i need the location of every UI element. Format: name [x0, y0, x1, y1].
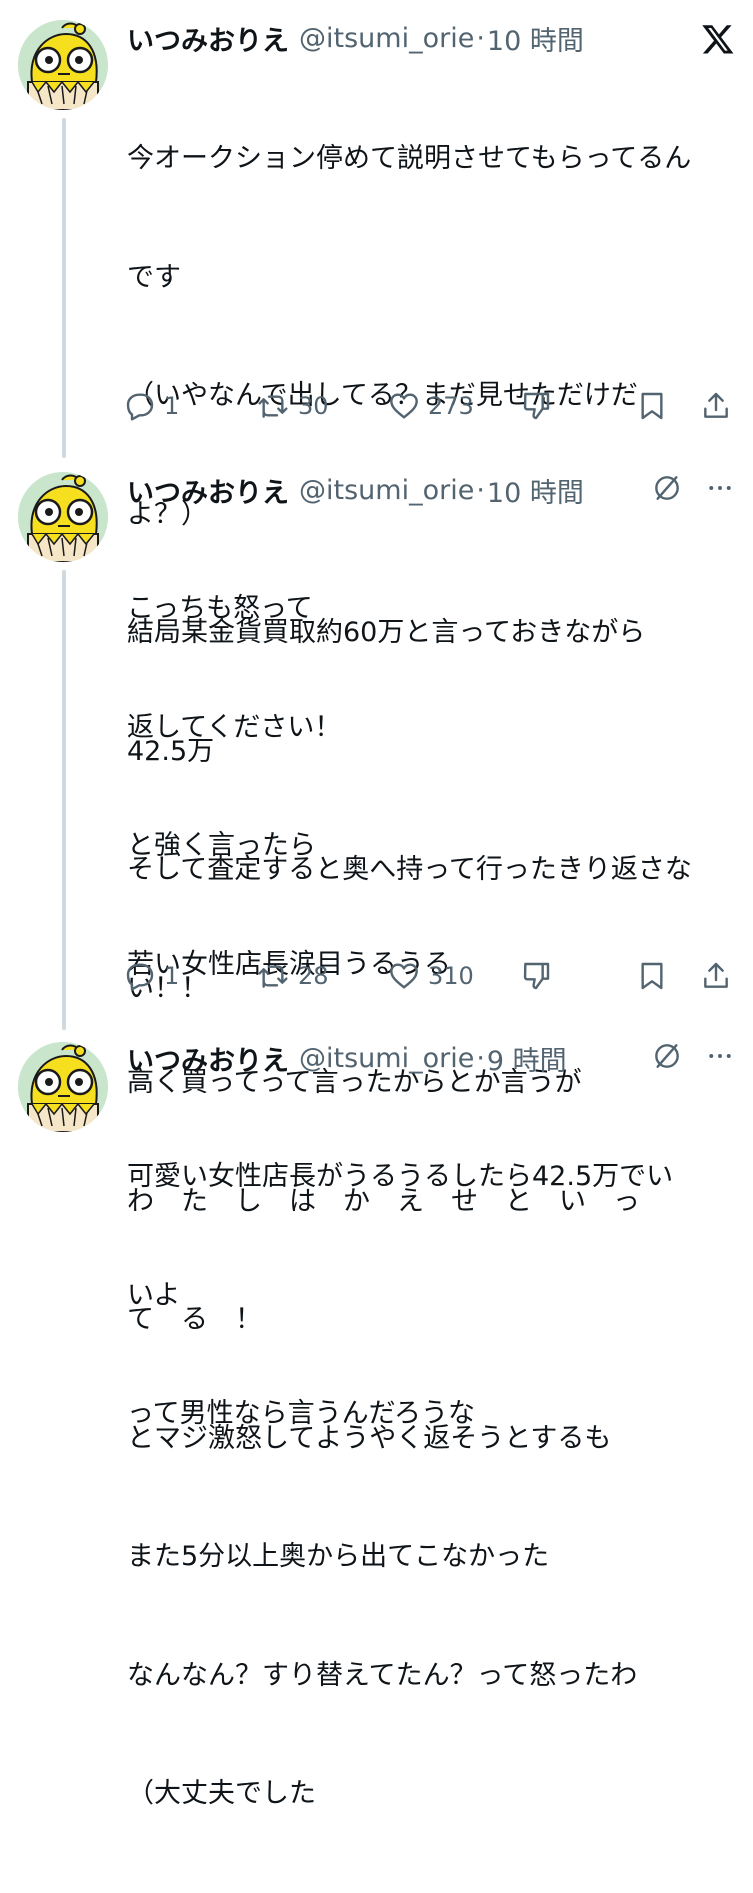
like-button[interactable]: 273	[388, 384, 474, 428]
reply-count: 1	[164, 962, 180, 990]
tweet-3[interactable]: いつみおりえ @itsumi_orie · 9 時間 可愛い女性店長がうるうるし…	[0, 1030, 753, 1429]
share-icon	[700, 960, 732, 992]
heart-icon	[388, 390, 420, 422]
tweet-header: いつみおりえ @itsumi_orie · 10 時間	[127, 470, 733, 510]
reply-button[interactable]: 1	[124, 384, 179, 428]
bookmark-button[interactable]	[636, 954, 668, 998]
reply-icon	[124, 390, 156, 422]
heart-icon	[388, 960, 420, 992]
tweet-line: 今オークション停めて説明させてもらってるん	[127, 143, 692, 174]
bookmark-icon	[636, 960, 668, 992]
separator-dot: ·	[476, 1042, 485, 1074]
tweet-line: です	[127, 261, 181, 293]
dislike-icon	[520, 960, 552, 992]
dislike-icon	[520, 390, 552, 422]
tweet-1[interactable]: いつみおりえ @itsumi_orie · 10 時間 今オークション停めて説明…	[0, 0, 753, 1004]
share-button[interactable]	[700, 954, 732, 998]
repost-count: 28	[298, 962, 329, 990]
tweet-top-right	[701, 22, 735, 60]
action-bar: 1 30 273	[124, 384, 735, 428]
repost-icon	[256, 390, 290, 422]
reply-button[interactable]: 1	[124, 954, 179, 998]
tweet-line: こっちも怒って	[127, 593, 313, 624]
x-logo-icon[interactable]	[701, 22, 735, 60]
user-handle[interactable]: @itsumi_orie	[299, 475, 474, 506]
tweet-line: 可愛い女性店長がうるうるしたら42.5万でい	[127, 1161, 674, 1192]
repost-count: 30	[298, 392, 329, 420]
user-handle[interactable]: @itsumi_orie	[299, 23, 474, 54]
avatar[interactable]	[18, 472, 108, 562]
tweet-line: 返してください！	[127, 711, 342, 743]
tweet-2[interactable]: いつみおりえ @itsumi_orie · 10 時間 こっちも怒って 返してく…	[0, 460, 753, 1809]
grok-icon[interactable]	[651, 472, 683, 508]
dislike-button[interactable]	[520, 384, 552, 428]
timestamp[interactable]: 9 時間	[487, 1039, 567, 1078]
more-icon[interactable]	[705, 1041, 735, 1075]
reply-count: 1	[164, 392, 180, 420]
share-icon	[700, 390, 732, 422]
tweet-top-right	[651, 1040, 735, 1076]
like-count: 310	[428, 962, 474, 990]
display-name[interactable]: いつみおりえ	[127, 471, 289, 510]
tweet-header: いつみおりえ @itsumi_orie · 9 時間	[127, 1038, 733, 1078]
tweet-line: と強く言ったら	[127, 830, 316, 861]
tweet-line: いよ	[127, 1279, 181, 1311]
display-name[interactable]: いつみおりえ	[127, 19, 289, 58]
repost-icon	[256, 960, 290, 992]
tweet-top-right	[651, 472, 735, 508]
dislike-button[interactable]	[520, 954, 552, 998]
separator-dot: ·	[476, 474, 485, 506]
avatar[interactable]	[18, 20, 108, 110]
like-button[interactable]: 310	[388, 954, 474, 998]
share-button[interactable]	[700, 384, 732, 428]
tweet-line: また5分以上奥から出てこなかった	[127, 1541, 550, 1572]
bookmark-icon	[636, 390, 668, 422]
repost-button[interactable]: 28	[256, 954, 329, 998]
action-bar: 1 28 310	[124, 954, 735, 998]
separator-dot: ·	[476, 22, 485, 54]
bookmark-button[interactable]	[636, 384, 668, 428]
grok-icon[interactable]	[651, 1040, 683, 1076]
tweet-header: いつみおりえ @itsumi_orie · 10 時間	[127, 18, 733, 58]
timestamp[interactable]: 10 時間	[487, 19, 584, 58]
like-count: 273	[428, 392, 474, 420]
repost-button[interactable]: 30	[256, 384, 329, 428]
tweet-text: 可愛い女性店長がうるうるしたら42.5万でい いよ って男性なら言うんだろうな	[127, 1078, 735, 1513]
display-name[interactable]: いつみおりえ	[127, 1039, 289, 1078]
user-handle[interactable]: @itsumi_orie	[299, 1043, 474, 1074]
tweet-line: （大丈夫でした	[127, 1778, 316, 1809]
reply-icon	[124, 960, 156, 992]
tweet-line: なんなん？すり替えてたん？って怒ったわ	[127, 1659, 638, 1691]
timestamp[interactable]: 10 時間	[487, 471, 584, 510]
more-icon[interactable]	[705, 473, 735, 507]
tweet-line: って男性なら言うんだろうな	[127, 1398, 476, 1429]
avatar[interactable]	[18, 1042, 108, 1132]
